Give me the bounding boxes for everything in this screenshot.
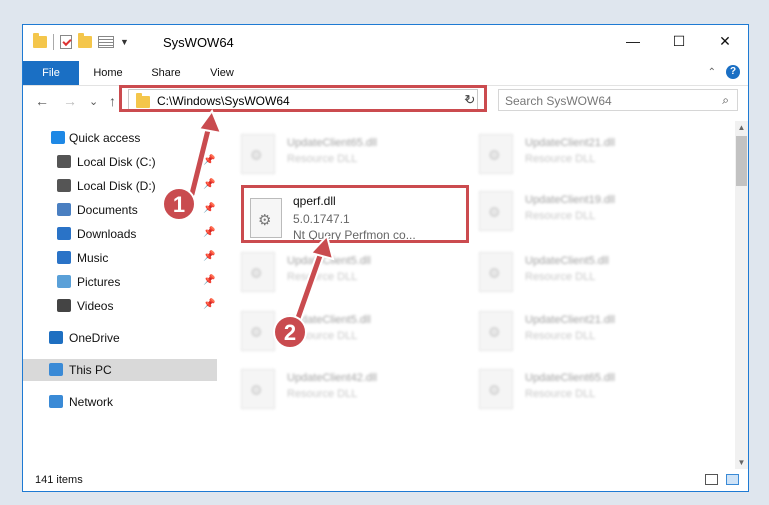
arrow-step-2 bbox=[293, 233, 335, 323]
step-2-badge: 2 bbox=[273, 315, 307, 349]
step-1-badge: 1 bbox=[162, 187, 196, 221]
arrow-step-1 bbox=[187, 108, 223, 199]
annotation-arrows bbox=[187, 108, 335, 323]
